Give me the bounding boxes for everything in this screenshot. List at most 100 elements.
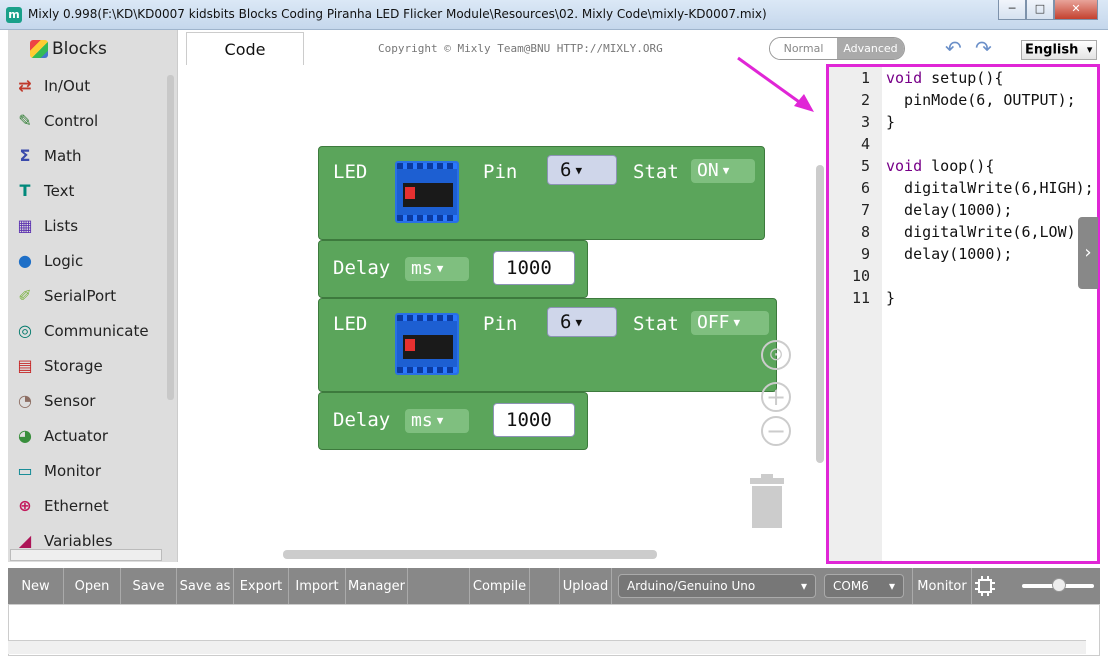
close-button[interactable]: ✕ (1054, 0, 1098, 20)
puzzle-icon (30, 40, 48, 58)
code-keyword: void (886, 69, 923, 87)
stat-label: Stat (633, 313, 679, 335)
monitor-button[interactable]: Monitor (912, 568, 972, 604)
delay-block-1[interactable]: Delay ms ▼ 1000 (318, 240, 588, 298)
line-number: 4 (860, 135, 870, 153)
chevron-down-icon: ▼ (733, 316, 741, 329)
stat-dropdown[interactable]: OFF ▼ (691, 311, 769, 335)
port-value: COM6 (833, 579, 869, 593)
sidebar-item-in/out[interactable]: ⇄ In/Out (8, 68, 177, 103)
sidebar-item-text[interactable]: T Text (8, 173, 177, 208)
sidebar-item-label: Sensor (44, 391, 96, 410)
stat-label: Stat (633, 161, 679, 183)
sidebar-scrollbar[interactable] (167, 75, 174, 400)
title-bar: m Mixly 0.998(F:\KD\KD0007 kidsbits Bloc… (0, 0, 1108, 30)
chevron-down-icon: ▾ (888, 579, 895, 593)
code-line[interactable]: digitalWrite(6,HIGH); (886, 179, 1094, 197)
bottom-toolbar: New Open Save Save as Export Import Mana… (8, 568, 1100, 604)
copyright-text: Copyright © Mixly Team@BNU HTTP://MIXLY.… (378, 42, 663, 55)
board-value: Arduino/Genuino Uno (627, 579, 756, 593)
sidebar-item-serialport[interactable]: ✐ SerialPort (8, 278, 177, 313)
zoom-in-icon[interactable]: + (761, 382, 791, 412)
export-button[interactable]: Export (234, 568, 289, 604)
panel-expand-icon[interactable]: › (1078, 217, 1098, 289)
compile-button[interactable]: Compile (470, 568, 530, 604)
undo-icon[interactable]: ↶ (945, 36, 962, 60)
code-line[interactable]: } (886, 289, 895, 307)
manager-button[interactable]: Manager (346, 568, 408, 604)
sidebar-horizontal-scrollbar[interactable] (10, 549, 162, 561)
pin-dropdown[interactable]: 6 ▼ (547, 307, 617, 337)
line-number: 11 (851, 289, 870, 307)
sidebar-item-communicate[interactable]: ◎ Communicate (8, 313, 177, 348)
math-icon: Σ (19, 146, 31, 165)
language-value: English (1025, 42, 1079, 58)
upload-button[interactable]: Upload (560, 568, 612, 604)
mode-advanced-button[interactable]: Advanced (837, 38, 904, 59)
sidebar-item-lists[interactable]: ▦ Lists (8, 208, 177, 243)
code-line[interactable]: void setup(){ (886, 69, 1003, 87)
line-number: 9 (860, 245, 870, 263)
code-line[interactable]: digitalWrite(6,LOW); (886, 223, 1085, 241)
delay-unit-dropdown[interactable]: ms ▼ (405, 409, 469, 433)
code-text: } (886, 113, 896, 131)
serialport-icon: ✐ (18, 286, 32, 305)
tab-code[interactable]: Code (186, 32, 304, 65)
console-horizontal-scrollbar[interactable] (8, 640, 1086, 654)
sidebar-item-label: Storage (44, 356, 103, 375)
code-text: delay(1000); (886, 201, 1013, 219)
delay-value-input[interactable]: 1000 (493, 251, 575, 285)
open-button[interactable]: Open (64, 568, 121, 604)
center-workspace-icon[interactable]: ⊙ (761, 340, 791, 370)
trash-icon[interactable] (748, 474, 786, 528)
chip-icon[interactable] (974, 575, 996, 597)
led-block-on[interactable]: LED Pin 6 ▼ Stat ON ▼ (318, 146, 765, 240)
sidebar-item-monitor[interactable]: ▭ Monitor (8, 453, 177, 488)
code-line[interactable]: pinMode(6, OUTPUT); (886, 91, 1076, 109)
board-select-wrap: Arduino/Genuino Uno ▾ (612, 574, 822, 598)
sidebar-item-actuator[interactable]: ◕ Actuator (8, 418, 177, 453)
sidebar-item-sensor[interactable]: ◔ Sensor (8, 383, 177, 418)
sidebar-item-label: Variables (44, 531, 113, 550)
import-button[interactable]: Import (289, 568, 346, 604)
code-line[interactable]: } (886, 113, 895, 131)
annotation-arrow (737, 56, 814, 112)
sidebar-item-math[interactable]: Σ Math (8, 138, 177, 173)
board-select[interactable]: Arduino/Genuino Uno ▾ (618, 574, 816, 598)
sidebar-item-label: SerialPort (44, 286, 117, 305)
code-line[interactable]: delay(1000); (886, 201, 1012, 219)
new-button[interactable]: New (8, 568, 64, 604)
save-button[interactable]: Save (121, 568, 177, 604)
sidebar-item-storage[interactable]: ▤ Storage (8, 348, 177, 383)
piranha-led-module-image (395, 313, 459, 375)
toolbar-spacer (408, 568, 470, 604)
sidebar-item-ethernet[interactable]: ⊕ Ethernet (8, 488, 177, 523)
maximize-button[interactable]: □ (1026, 0, 1054, 20)
code-line[interactable]: void loop(){ (886, 157, 994, 175)
generated-code-panel[interactable]: 1 2 3 4 5 6 7 8 9 10 11 void setup(){ pinMode(6, O… (826, 64, 1100, 564)
sidebar-item-logic[interactable]: ● Logic (8, 243, 177, 278)
delay-block-2[interactable]: Delay ms ▼ 1000 (318, 392, 588, 450)
code-line[interactable]: delay(1000); (886, 245, 1012, 263)
zoom-slider-handle[interactable] (1052, 578, 1066, 592)
port-select[interactable]: COM6 ▾ (824, 574, 904, 598)
sidebar-item-control[interactable]: ✎ Control (8, 103, 177, 138)
workspace-vertical-scrollbar[interactable] (816, 165, 824, 463)
zoom-out-icon[interactable]: − (761, 416, 791, 446)
pin-dropdown[interactable]: 6 ▼ (547, 155, 617, 185)
language-select[interactable]: English ▾ (1021, 40, 1097, 60)
delay-value-input[interactable]: 1000 (493, 403, 575, 437)
stat-dropdown[interactable]: ON ▼ (691, 159, 755, 183)
delay-unit-dropdown[interactable]: ms ▼ (405, 257, 469, 281)
pin-label: Pin (483, 313, 518, 335)
minimize-button[interactable]: ─ (998, 0, 1026, 20)
blocks-header-label: Blocks (52, 39, 107, 59)
workspace-horizontal-scrollbar[interactable] (283, 550, 657, 559)
delay-unit-value: ms (411, 258, 433, 279)
line-number: 8 (860, 223, 870, 241)
line-number-gutter: 1 2 3 4 5 6 7 8 9 10 11 (829, 67, 882, 561)
redo-icon[interactable]: ↷ (975, 36, 992, 60)
save-as-button[interactable]: Save as (177, 568, 234, 604)
stat-value: ON (697, 160, 719, 181)
led-block-off[interactable]: LED Pin 6 ▼ Stat OFF ▼ (318, 298, 777, 392)
